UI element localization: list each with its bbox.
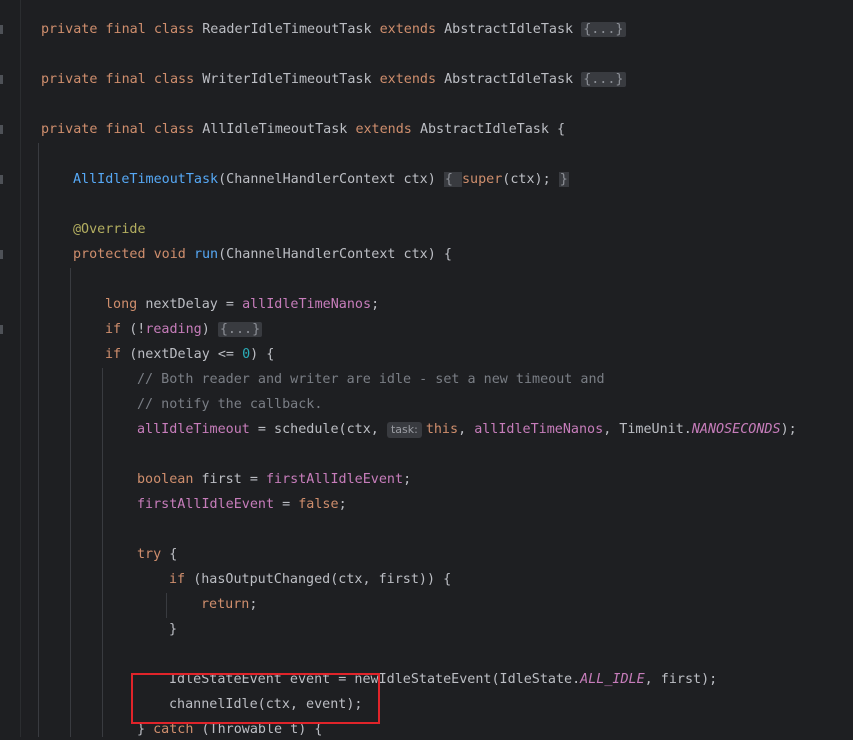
code-token: AllIdleTimeoutTask <box>202 122 356 137</box>
code-token: NANOSECONDS <box>691 422 781 437</box>
code-token: return <box>201 597 250 612</box>
indent-guide <box>38 143 39 737</box>
code-token: ; <box>371 297 380 312</box>
code-token: ALL_IDLE <box>580 672 645 687</box>
code-token: WriterIdleTimeoutTask <box>202 72 380 87</box>
code-token: (! <box>129 322 146 337</box>
code-token: private final class <box>41 72 203 87</box>
code-token: ReaderIdleTimeoutTask <box>202 22 380 37</box>
code-line[interactable]: return; <box>201 595 257 615</box>
code-token: (nextDelay <= <box>129 347 243 362</box>
code-token: AllIdleTimeoutTask <box>73 172 219 187</box>
code-line[interactable]: firstAllIdleEvent = false; <box>137 495 347 515</box>
code-token: nextDelay = <box>145 297 243 312</box>
code-token: { <box>169 547 178 562</box>
code-line[interactable]: @Override <box>73 220 146 240</box>
code-token: ) { <box>250 347 275 362</box>
code-line[interactable]: long nextDelay = allIdleTimeNanos; <box>105 295 379 315</box>
parameter-hint[interactable]: task: <box>386 422 422 438</box>
code-token: ) <box>201 322 218 337</box>
code-token: , <box>458 422 475 437</box>
code-token: // Both reader and writer are idle - set… <box>137 372 605 387</box>
code-line[interactable]: AllIdleTimeoutTask(ChannelHandlerContext… <box>73 170 569 190</box>
code-token: extends <box>355 122 420 137</box>
code-token: (ctx); <box>502 172 559 187</box>
code-token: (ChannelHandlerContext ctx) <box>218 172 444 187</box>
code-token: if <box>105 322 130 337</box>
code-token: reading <box>145 322 202 337</box>
code-token: ); <box>780 422 797 437</box>
code-token: @Override <box>73 222 146 237</box>
code-token: super <box>461 172 503 187</box>
code-token: ; <box>249 597 258 612</box>
code-token: extends <box>379 22 445 37</box>
code-token: boolean <box>137 472 202 487</box>
highlight-box <box>131 673 380 724</box>
code-line[interactable]: allIdleTimeout = schedule(ctx, task: this… <box>137 420 797 440</box>
code-token: private final class <box>41 122 203 137</box>
code-token: firstAllIdleEvent <box>137 497 275 512</box>
code-token: (hasOutputChanged(ctx, first)) { <box>193 572 452 587</box>
folded-code-block[interactable]: {...} <box>217 322 263 337</box>
code-token: firstAllIdleEvent <box>266 472 404 487</box>
code-token: this <box>425 422 459 437</box>
code-token: (Throwable t) { <box>201 722 323 737</box>
code-token: } <box>137 722 154 737</box>
code-token: allIdleTimeNanos <box>474 422 604 437</box>
code-token: , TimeUnit. <box>603 422 692 437</box>
code-token: { <box>443 172 462 187</box>
code-editor[interactable]: private final class ReaderIdleTimeoutTas… <box>0 0 853 737</box>
code-line[interactable]: // Both reader and writer are idle - set… <box>137 370 605 390</box>
code-token: ; <box>338 497 347 512</box>
folded-code-block[interactable]: {...} <box>581 22 626 37</box>
code-token: = <box>274 497 299 512</box>
indent-guide <box>70 268 71 737</box>
code-token: try <box>137 547 170 562</box>
indent-guide <box>166 593 167 618</box>
code-token: private final class <box>41 22 203 37</box>
code-token: if <box>105 347 130 362</box>
code-token: false <box>298 497 339 512</box>
code-token: AbstractIdleTask { <box>419 122 566 137</box>
code-token: // notify the callback. <box>137 397 323 412</box>
code-line[interactable]: try { <box>137 545 177 565</box>
code-token: allIdleTimeout <box>137 422 250 437</box>
code-token: 0 <box>242 347 251 362</box>
code-token: AbstractIdleTask <box>444 72 582 87</box>
code-token: , first); <box>644 672 718 687</box>
code-token: protected void <box>73 247 194 262</box>
code-token: } <box>558 172 569 187</box>
code-line[interactable]: if (!reading) {...} <box>105 320 263 340</box>
code-line[interactable]: } <box>169 620 177 640</box>
code-token: first = <box>201 472 266 487</box>
code-line[interactable]: private final class AllIdleTimeoutTask e… <box>41 120 565 140</box>
code-token: (ChannelHandlerContext ctx) { <box>218 247 452 262</box>
code-line[interactable]: if (nextDelay <= 0) { <box>105 345 274 365</box>
code-token: = schedule(ctx, <box>249 422 387 437</box>
code-line[interactable]: protected void run(ChannelHandlerContext… <box>73 245 452 265</box>
code-token: extends <box>379 72 445 87</box>
code-line[interactable]: // notify the callback. <box>137 395 322 415</box>
code-token: ; <box>403 472 412 487</box>
code-line[interactable]: boolean first = firstAllIdleEvent; <box>137 470 411 490</box>
code-token: } <box>169 622 178 637</box>
code-line[interactable]: private final class WriterIdleTimeoutTas… <box>41 70 626 90</box>
code-token: run <box>193 247 219 262</box>
code-token: if <box>169 572 194 587</box>
code-token: long <box>105 297 146 312</box>
code-token: allIdleTimeNanos <box>242 297 372 312</box>
code-token: AbstractIdleTask <box>444 22 582 37</box>
folded-code-block[interactable]: {...} <box>581 72 626 87</box>
indent-guide <box>102 368 103 737</box>
code-line[interactable]: private final class ReaderIdleTimeoutTas… <box>41 20 626 40</box>
code-token: catch <box>153 722 202 737</box>
code-line[interactable]: if (hasOutputChanged(ctx, first)) { <box>169 570 451 590</box>
